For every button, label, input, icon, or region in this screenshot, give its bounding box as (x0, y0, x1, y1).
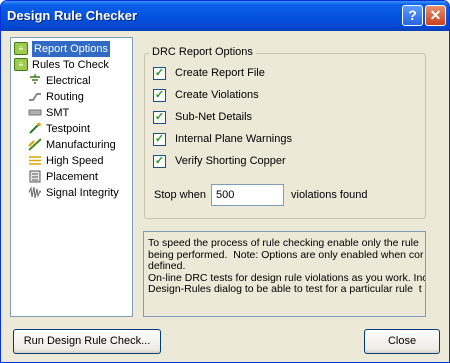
tree-item-label: Electrical (46, 75, 91, 87)
tree-item-label: SMT (46, 107, 70, 119)
checkbox-label: Create Report File (175, 67, 265, 79)
tree-item-label: Report Options (32, 41, 110, 57)
tree-item-high-speed[interactable]: High Speed (28, 153, 128, 169)
report-options-icon: ≡ (14, 42, 28, 55)
checkbox-label: Create Violations (175, 89, 259, 101)
tree-item-report-options[interactable]: ≡ Report Options (14, 41, 130, 57)
tree-item-manufacturing[interactable]: Manufacturing (28, 137, 128, 153)
run-design-rule-check-button[interactable]: Run Design Rule Check... (13, 329, 161, 354)
checkbox-label: Internal Plane Warnings (175, 133, 292, 145)
tree-item-signal-integrity[interactable]: Signal Integrity (28, 185, 128, 201)
info-text: To speed the process of rule checking en… (148, 237, 425, 295)
check-icon[interactable]: ✓ (153, 155, 166, 168)
check-icon[interactable]: ✓ (153, 89, 166, 102)
tree-item-label: Signal Integrity (46, 187, 119, 199)
high-speed-icon (29, 156, 41, 165)
signal-integrity-icon (28, 186, 42, 199)
design-rule-checker-dialog: Design Rule Checker ? ✕ ≡ Report Options… (0, 0, 450, 363)
checkbox-label: Sub-Net Details (175, 111, 253, 123)
testpoint-icon (29, 122, 41, 134)
tree-item-label: High Speed (46, 155, 104, 167)
close-button[interactable]: Close (364, 329, 440, 354)
electrical-icon (30, 74, 40, 84)
checkbox-label: Verify Shorting Copper (175, 155, 286, 167)
info-panel: To speed the process of rule checking en… (143, 231, 426, 317)
tree-item-rules-to-check[interactable]: ≡ Rules To Check (14, 57, 130, 73)
manufacturing-icon (28, 138, 42, 151)
stop-when-label: Stop when (154, 189, 206, 201)
smt-icon (28, 109, 42, 116)
tree-item-smt[interactable]: SMT (28, 105, 128, 121)
stop-when-input[interactable] (211, 184, 284, 206)
tree-item-testpoint[interactable]: Testpoint (28, 121, 128, 137)
tree-item-label: Testpoint (46, 123, 91, 135)
check-icon[interactable]: ✓ (153, 67, 166, 80)
tree-item-label: Rules To Check (32, 59, 109, 71)
window-close-button[interactable]: ✕ (425, 5, 446, 26)
tree-item-routing[interactable]: Routing (28, 89, 128, 105)
tree-item-placement[interactable]: Placement (28, 169, 128, 185)
tree-item-electrical[interactable]: Electrical (28, 73, 128, 89)
check-icon[interactable]: ✓ (153, 111, 166, 124)
options-tree[interactable]: ≡ Report Options ≡ Rules To Check Electr… (10, 37, 133, 317)
rules-folder-icon: ≡ (14, 58, 28, 71)
routing-icon (29, 93, 41, 101)
title-bar[interactable]: Design Rule Checker ? ✕ (1, 1, 449, 31)
help-button[interactable]: ? (402, 5, 423, 26)
placement-icon (29, 170, 41, 183)
tree-item-label: Manufacturing (46, 139, 116, 151)
drc-options-legend: DRC Report Options (149, 46, 256, 58)
window-title: Design Rule Checker (7, 8, 138, 23)
violations-found-label: violations found (291, 189, 368, 201)
check-icon[interactable]: ✓ (153, 133, 166, 146)
tree-item-label: Placement (46, 171, 98, 183)
tree-item-label: Routing (46, 91, 84, 103)
